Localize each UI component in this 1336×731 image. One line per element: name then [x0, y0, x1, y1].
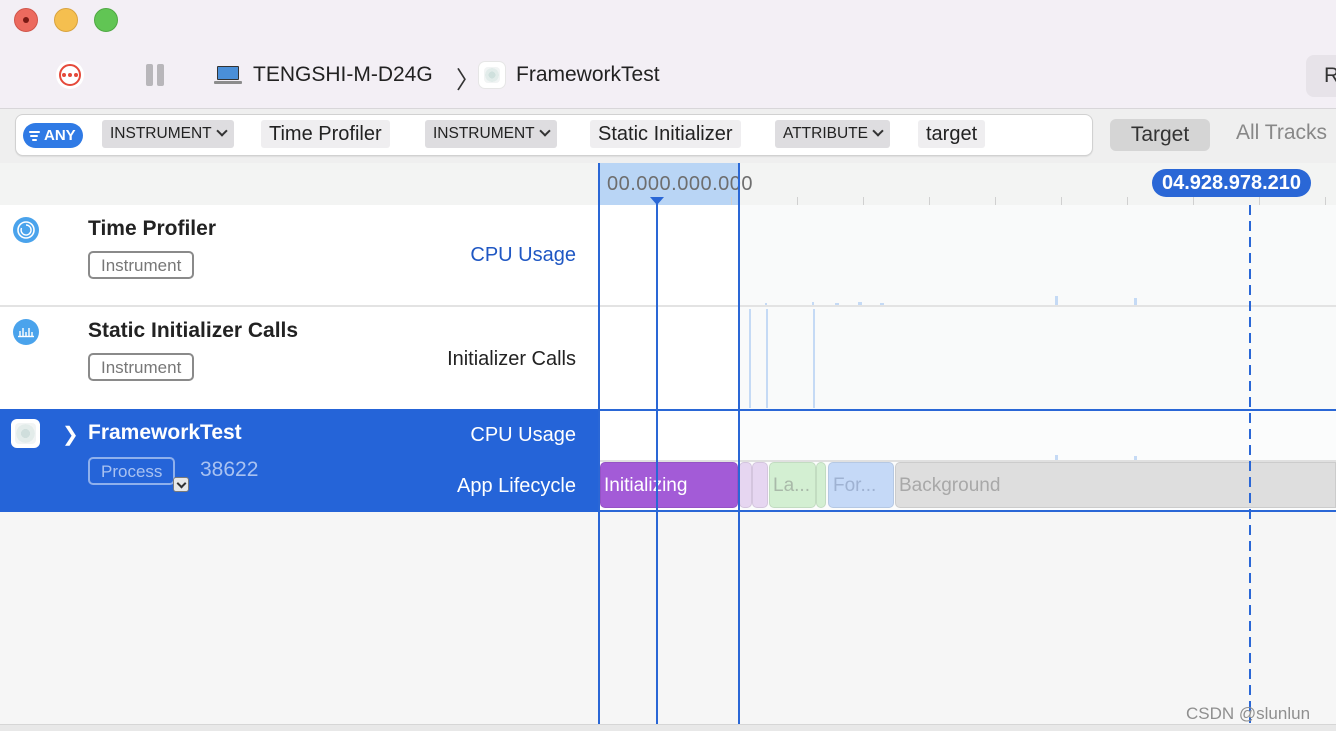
time-profiler-icon	[13, 217, 39, 243]
process-badge-label: Process	[101, 462, 163, 481]
device-selector[interactable]: TENGSHI-M-D24G	[253, 63, 433, 87]
chevron-down-icon	[215, 125, 228, 137]
match-any-button[interactable]: ANY	[23, 123, 83, 148]
app-icon	[11, 419, 40, 448]
track-graph-label[interactable]: App Lifecycle	[457, 475, 576, 498]
ruler-tick	[1127, 197, 1128, 205]
filter-token-value[interactable]: target	[918, 120, 986, 148]
initializer-call-mark	[749, 309, 751, 408]
lifecycle-segment[interactable]	[739, 462, 752, 508]
ruler-tick	[1325, 197, 1326, 205]
filter-token-value[interactable]: Static Initializer	[590, 120, 741, 148]
inspection-head-line[interactable]	[1249, 205, 1251, 723]
filter-token-kind[interactable]: ATTRIBUTE	[775, 120, 890, 148]
filter-token-value[interactable]: Time Profiler	[261, 120, 390, 148]
track-graph-label[interactable]: CPU Usage	[470, 244, 576, 267]
instrument-badge: Instrument	[88, 353, 195, 381]
target-scope-button[interactable]: Target	[1110, 119, 1210, 151]
ruler-tick	[797, 197, 798, 205]
cpu-usage-bar	[765, 303, 767, 305]
ruler-tick	[863, 197, 864, 205]
close-window-button[interactable]	[14, 8, 38, 32]
lifecycle-segment[interactable]	[752, 462, 768, 508]
empty-track-area	[0, 512, 1336, 724]
ruler-tick	[1259, 197, 1260, 205]
cpu-usage-bar	[880, 303, 884, 305]
filter-icon	[29, 131, 40, 141]
cpu-usage-bar	[835, 303, 839, 305]
ruler-tick	[929, 197, 930, 205]
lifecycle-segment-initializing[interactable]: Initializing	[600, 462, 738, 508]
token-label: ATTRIBUTE	[783, 125, 868, 142]
track-title: Time Profiler	[88, 217, 216, 240]
track-graph[interactable]	[599, 205, 1336, 307]
cpu-usage-bar	[1134, 456, 1137, 460]
track-time-profiler[interactable]: Time Profiler Instrument CPU Usage	[0, 205, 1336, 307]
minimize-window-button[interactable]	[54, 8, 78, 32]
all-tracks-scope-button[interactable]: All Tracks	[1236, 121, 1327, 145]
ruler-tick	[731, 197, 732, 205]
match-any-label: ANY	[44, 127, 76, 144]
filter-bar: ANY INSTRUMENT Time Profiler INSTRUMENT …	[0, 109, 1336, 164]
time-ruler[interactable]: 00.000.000.000 04.928.978.210	[0, 163, 1336, 206]
ruler-tick	[1193, 197, 1194, 205]
lifecycle-segment[interactable]	[816, 462, 826, 508]
chevron-down-icon	[872, 125, 884, 137]
filter-search-field[interactable]: ANY INSTRUMENT Time Profiler INSTRUMENT …	[15, 114, 1093, 156]
track-graph-label[interactable]: Initializer Calls	[447, 348, 576, 371]
watermark: CSDN @slunlun	[1186, 704, 1311, 723]
ruler-tick	[995, 197, 996, 205]
maximize-window-button[interactable]	[94, 8, 118, 32]
selection-start-line[interactable]	[598, 163, 600, 724]
lifecycle-segment-background[interactable]: Background	[895, 462, 1336, 508]
lifecycle-segment-foreground[interactable]: For...	[828, 462, 894, 508]
title-bar: TENGSHI-M-D24G 〉 FrameworkTest R	[0, 0, 1336, 109]
laptop-icon	[214, 66, 242, 86]
inspection-head-time[interactable]: 04.928.978.210	[1152, 169, 1312, 197]
track-graph-label[interactable]: CPU Usage	[470, 424, 576, 447]
filter-token-kind[interactable]: INSTRUMENT	[102, 120, 234, 148]
process-selector[interactable]: FrameworkTest	[516, 63, 660, 87]
process-id: 38622	[200, 458, 259, 481]
app-icon	[479, 62, 505, 88]
track-title: FrameworkTest	[88, 421, 242, 444]
disclosure-chevron-icon[interactable]: ❯	[62, 422, 79, 447]
badge-dropdown-icon[interactable]	[173, 477, 189, 492]
chevron-down-icon	[538, 125, 551, 137]
pause-button[interactable]	[146, 64, 166, 86]
toolbar-right-button[interactable]: R	[1306, 55, 1336, 97]
breadcrumb-separator: 〉	[456, 67, 480, 94]
ruler-start-time: 00.000.000.000	[607, 173, 754, 195]
instrument-badge: Instrument	[88, 251, 195, 279]
playhead-line[interactable]	[656, 197, 658, 724]
initializer-call-mark	[813, 309, 815, 408]
ruler-tick	[1061, 197, 1062, 205]
track-title: Static Initializer Calls	[88, 319, 299, 342]
cpu-usage-bar	[812, 302, 814, 305]
process-badge[interactable]: Process	[88, 457, 176, 485]
pause-icon	[146, 64, 153, 86]
cpu-usage-bar	[858, 302, 862, 305]
record-stop-button[interactable]	[56, 61, 84, 89]
filter-token-kind[interactable]: INSTRUMENT	[425, 120, 557, 148]
token-label: INSTRUMENT	[110, 125, 212, 142]
bar-chart-icon	[13, 319, 39, 345]
cpu-usage-bar	[1134, 298, 1137, 305]
record-stop-icon	[59, 64, 81, 86]
app-lifecycle-lane: Initializing La... For... Background	[600, 462, 1336, 508]
track-graph[interactable]	[599, 307, 1336, 409]
lifecycle-segment-launching[interactable]: La...	[769, 462, 816, 508]
selection-end-line[interactable]	[738, 163, 740, 724]
track-static-initializer-calls[interactable]: Static Initializer Calls Instrument Init…	[0, 307, 1336, 409]
cpu-usage-bar	[1055, 296, 1058, 305]
token-label: INSTRUMENT	[433, 125, 535, 142]
initializer-call-mark	[766, 309, 768, 408]
cpu-usage-bar	[1055, 455, 1058, 460]
